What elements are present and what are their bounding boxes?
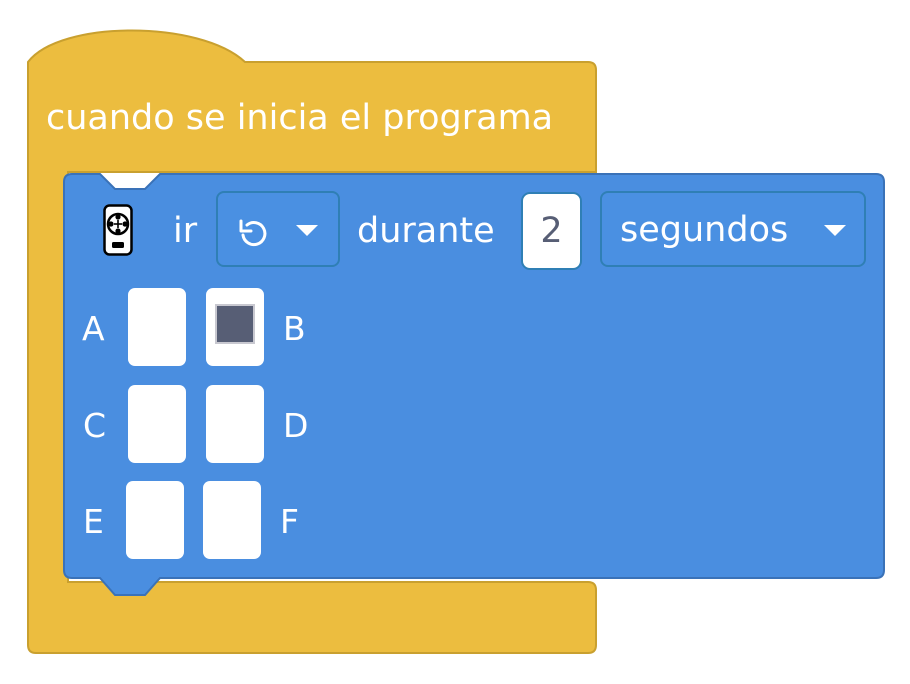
rotate-counterclockwise-icon [239, 219, 267, 247]
code-canvas: cuando se inicia el programa ir durante … [0, 0, 910, 684]
port-e-checkbox[interactable] [126, 481, 184, 559]
chevron-down-icon [296, 225, 318, 236]
duration-input[interactable]: 2 [521, 192, 582, 270]
unit-dropdown-label: segundos [620, 210, 789, 250]
port-label-e: E [83, 502, 104, 541]
unit-dropdown[interactable]: segundos [600, 191, 866, 267]
motor-icon [103, 204, 133, 256]
port-b-selected-indicator [215, 304, 255, 344]
port-c-checkbox[interactable] [128, 385, 186, 463]
port-label-f: F [280, 502, 299, 541]
chevron-down-icon [824, 225, 846, 236]
during-label: durante [357, 211, 495, 251]
direction-dropdown[interactable] [216, 191, 340, 267]
go-label: ir [173, 211, 198, 251]
port-d-checkbox[interactable] [206, 385, 264, 463]
port-b-checkbox[interactable] [206, 288, 264, 366]
port-label-c: C [83, 406, 107, 445]
port-label-b: B [283, 309, 306, 348]
port-label-a: A [82, 309, 105, 348]
port-a-checkbox[interactable] [128, 288, 186, 366]
port-f-checkbox[interactable] [203, 481, 261, 559]
port-label-d: D [283, 406, 309, 445]
hat-block-label: cuando se inicia el programa [46, 98, 554, 138]
